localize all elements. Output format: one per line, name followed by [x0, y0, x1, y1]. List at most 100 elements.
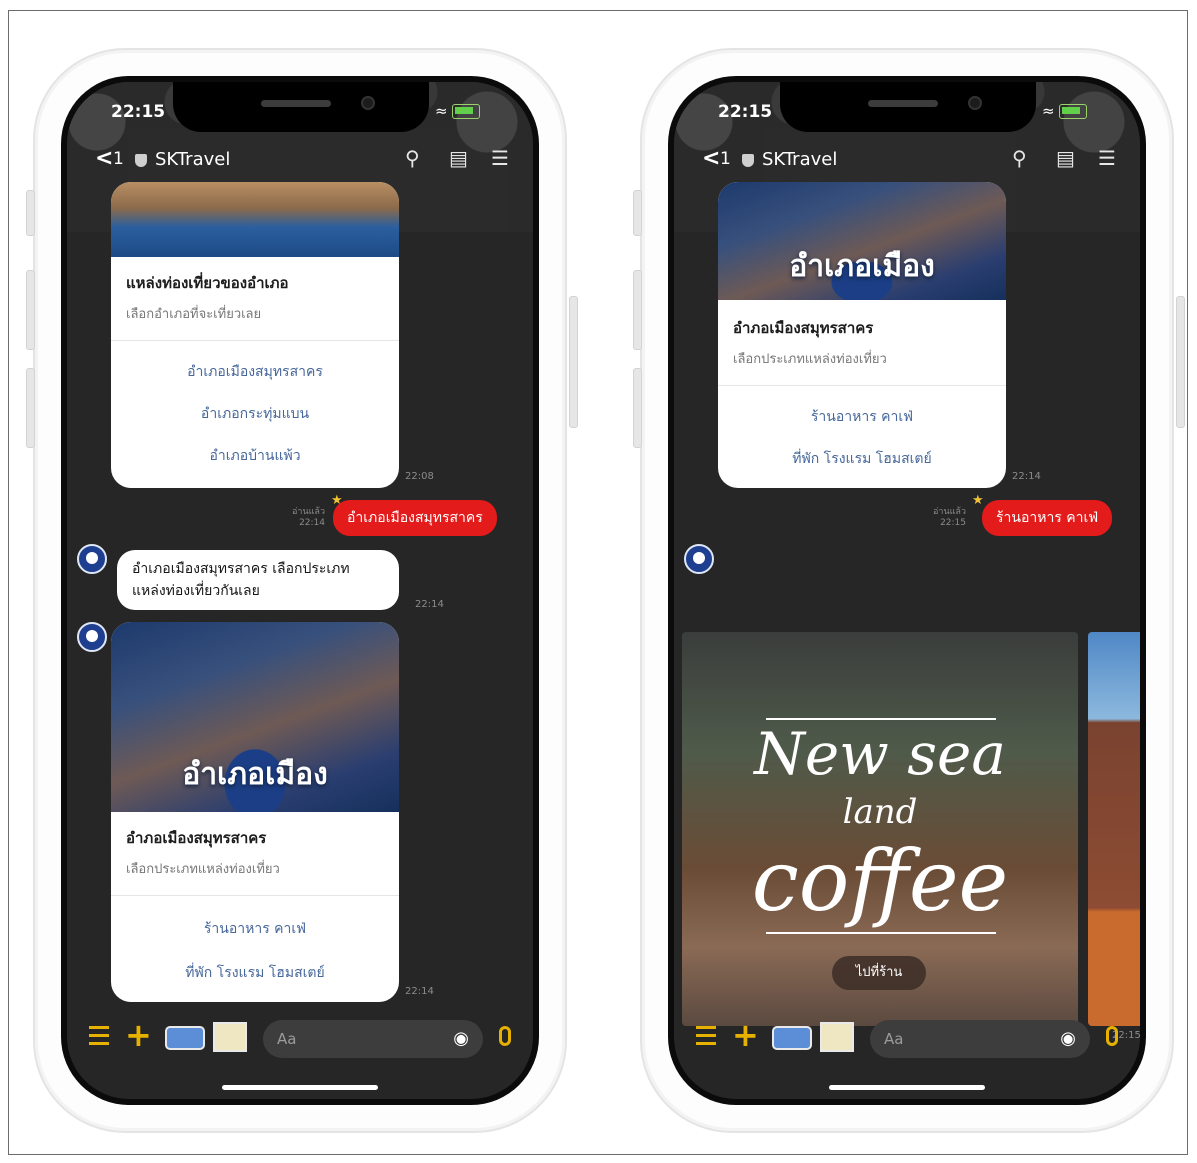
coffee-shop-card[interactable]: New sea land coffee ไปที่ร้าน [682, 632, 1078, 1026]
bot-message-bubble: อำเภอเมืองสมุทรสาคร เลือกประเภท แหล่งท่อ… [117, 550, 399, 610]
mic-icon[interactable] [1106, 1026, 1118, 1046]
volume-up-button [633, 270, 642, 350]
phone-right: 22:15 ≈ < 1 SKTravel ⚲ ▤ ☰ อำเภอเมือง อำ… [633, 48, 1185, 1133]
notes-icon[interactable]: ▤ [1056, 146, 1075, 170]
plus-icon[interactable]: + [732, 1016, 759, 1054]
image-caption: อำเภอเมือง [789, 249, 935, 284]
camera-icon[interactable] [772, 1026, 812, 1050]
read-receipt: อ่านแล้ว 22:14 [277, 507, 325, 529]
read-time: 22:15 [940, 518, 966, 528]
card-title: แหล่งท่องเที่ยวของอำเภอ [126, 274, 289, 292]
home-indicator[interactable] [222, 1085, 378, 1090]
mute-switch [633, 190, 642, 236]
emoji-icon[interactable]: ◉ [453, 1028, 469, 1049]
chat-title: SKTravel [155, 149, 231, 170]
notes-icon[interactable]: ▤ [449, 146, 468, 170]
back-count: 1 [113, 149, 124, 169]
gallery-icon[interactable] [213, 1022, 247, 1052]
read-label: อ่านแล้ว [292, 507, 325, 517]
coffee-title-line2: land [842, 792, 918, 832]
status-time: 22:15 [111, 102, 166, 122]
card-title: อำภอเมืองสมุทรสาคร [126, 829, 267, 847]
go-to-shop-button[interactable]: ไปที่ร้าน [832, 956, 926, 990]
home-indicator[interactable] [829, 1085, 985, 1090]
bot-avatar[interactable] [77, 622, 107, 652]
message-input[interactable]: Aa ◉ [870, 1020, 1090, 1058]
input-bar: + Aa ◉ [67, 1012, 533, 1068]
gallery-icon[interactable] [820, 1022, 854, 1052]
coffee-title-line3: coffee [751, 832, 1009, 930]
front-camera [361, 96, 375, 110]
message-input[interactable]: Aa ◉ [263, 1020, 483, 1058]
card-divider [111, 895, 399, 896]
card-subtitle: เลือกอำเภอที่จะเที่ยวเลย [126, 307, 262, 322]
card-subtitle: เลือกประเภทแหล่งท่องเที่ยว [733, 352, 887, 367]
menu-icon[interactable] [696, 1026, 716, 1050]
back-count: 1 [720, 149, 731, 169]
category-card: อำเภอเมือง อำภอเมืองสมุทรสาคร เลือกประเภ… [111, 622, 399, 1002]
district-card: แหล่งท่องเที่ยวของอำเภอ เลือกอำเภอที่จะเ… [111, 182, 399, 488]
status-icons: ≈ [435, 102, 481, 120]
back-chevron-icon[interactable]: < [702, 146, 720, 171]
phone-left: 22:15 ≈ < 1 SKTravel ⚲ ▤ ☰ แหล่งท่องเที่… [26, 48, 578, 1133]
card-action-ban-phaeo[interactable]: อำเภอบ้านแพ้ว [111, 445, 399, 467]
camera-icon[interactable] [165, 1026, 205, 1050]
image-caption: อำเภอเมือง [182, 757, 328, 792]
category-card: อำเภอเมือง อำภอเมืองสมุทรสาคร เลือกประเภ… [718, 182, 1006, 488]
input-placeholder: Aa [884, 1030, 904, 1048]
power-button [569, 296, 578, 428]
message-time: 22:14 [405, 986, 434, 997]
message-time: 22:14 [415, 599, 444, 610]
power-button [1176, 296, 1185, 428]
speaker [261, 100, 331, 107]
card-image: อำเภอเมือง [111, 622, 399, 812]
chat-header: < 1 SKTravel ⚲ ▤ ☰ [674, 142, 1140, 182]
notch [780, 82, 1036, 132]
emoji-icon[interactable]: ◉ [1060, 1028, 1076, 1049]
chat-header: < 1 SKTravel ⚲ ▤ ☰ [67, 142, 533, 182]
volume-down-button [633, 368, 642, 448]
plus-icon[interactable]: + [125, 1016, 152, 1054]
card-action-restaurant[interactable]: ร้านอาหาร คาเฟ่ [111, 918, 399, 940]
wifi-icon: ≈ [435, 102, 448, 120]
bot-avatar[interactable] [77, 544, 107, 574]
card-action-accommodation[interactable]: ที่พัก โรงแรม โฮมสเตย์ [718, 448, 1006, 470]
user-message-bubble: อำเภอเมืองสมุทรสาคร [333, 500, 497, 536]
next-carousel-card[interactable] [1088, 632, 1140, 1026]
chat-screen: 22:15 ≈ < 1 SKTravel ⚲ ▤ ☰ แหล่งท่องเที่… [67, 82, 533, 1099]
card-action-krathum-baen[interactable]: อำเภอกระทุ่มแบน [111, 403, 399, 425]
input-placeholder: Aa [277, 1030, 297, 1048]
coffee-title-line1: New sea [754, 720, 1006, 788]
card-divider [111, 340, 399, 341]
menu-icon[interactable]: ☰ [491, 146, 509, 170]
search-icon[interactable]: ⚲ [1012, 146, 1027, 170]
mic-icon[interactable] [499, 1026, 511, 1046]
card-action-restaurant[interactable]: ร้านอาหาร คาเฟ่ [718, 406, 1006, 428]
input-bar: + Aa ◉ [674, 1012, 1140, 1068]
back-chevron-icon[interactable]: < [95, 146, 113, 171]
message-time: 22:08 [405, 471, 434, 482]
card-title: อำภอเมืองสมุทรสาคร [733, 319, 874, 337]
card-action-accommodation[interactable]: ที่พัก โรงแรม โฮมสเตย์ [111, 962, 399, 984]
menu-icon[interactable] [89, 1026, 109, 1050]
menu-icon[interactable]: ☰ [1098, 146, 1116, 170]
user-message-bubble: ร้านอาหาร คาเฟ่ [982, 500, 1113, 536]
chat-title: SKTravel [762, 149, 838, 170]
shield-icon [135, 154, 147, 167]
read-time: 22:14 [299, 518, 325, 528]
front-camera [968, 96, 982, 110]
bot-avatar[interactable] [684, 544, 714, 574]
chat-screen: 22:15 ≈ < 1 SKTravel ⚲ ▤ ☰ อำเภอเมือง อำ… [674, 82, 1140, 1099]
decor-line [766, 932, 996, 934]
status-icons: ≈ [1042, 102, 1088, 120]
wifi-icon: ≈ [1042, 102, 1055, 120]
star-icon: ★ [972, 493, 984, 508]
message-time: 22:14 [1012, 471, 1041, 482]
read-receipt: อ่านแล้ว 22:15 [918, 507, 966, 529]
card-subtitle: เลือกประเภทแหล่งท่องเที่ยว [126, 862, 280, 877]
card-action-muang[interactable]: อำเภอเมืองสมุทรสาคร [111, 361, 399, 383]
card-image [111, 182, 399, 257]
card-divider [718, 385, 1006, 386]
search-icon[interactable]: ⚲ [405, 146, 420, 170]
status-time: 22:15 [718, 102, 773, 122]
